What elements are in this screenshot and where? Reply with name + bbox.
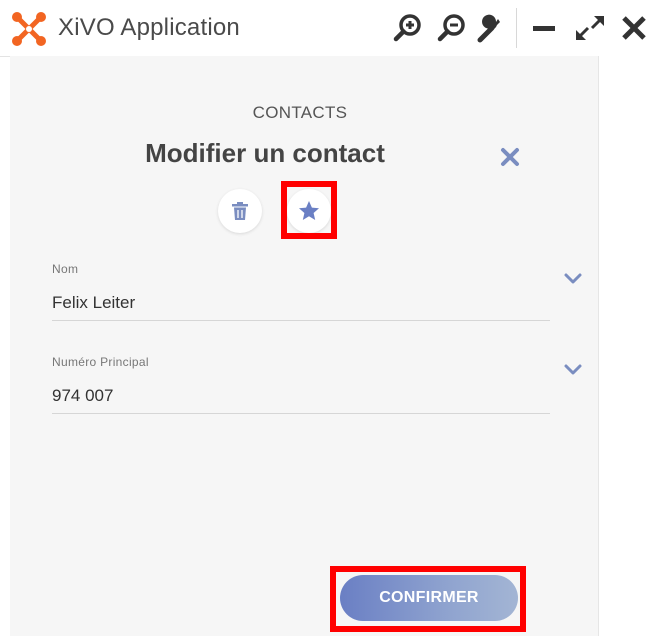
zoom-out-icon [437,14,465,42]
titlebar-separator [516,8,517,48]
phone-field-label: Numéro Principal [52,355,149,369]
chevron-down-icon[interactable] [562,267,584,289]
phone-underline [52,413,550,414]
minimize-button[interactable] [526,10,562,46]
close-icon [622,16,646,40]
section-label: CONTACTS [252,103,348,122]
name-field: Nom [52,262,550,322]
page-title: Modifier un contact [145,138,385,168]
expand-icon [576,16,604,40]
zoom-in-icon [393,14,421,42]
title-bar: XiVO Application [0,0,660,57]
app-title: XiVO Application [58,14,240,41]
side-strip [599,56,660,638]
close-window-button[interactable] [616,10,652,46]
xivo-logo-icon [12,12,46,46]
chevron-down-icon[interactable] [562,358,584,380]
delete-contact-button[interactable] [218,189,262,233]
name-input[interactable] [52,293,532,313]
settings-button[interactable] [472,10,508,46]
favorite-highlight [281,181,337,239]
phone-input[interactable] [52,386,532,406]
zoom-out-button[interactable] [434,10,470,46]
phone-field: Numéro Principal [52,355,550,415]
expand-button[interactable] [572,10,608,46]
name-field-label: Nom [52,262,79,276]
wrench-icon [477,14,500,43]
name-underline [52,320,550,321]
minimize-icon [533,26,555,31]
close-icon[interactable] [496,143,524,171]
confirm-highlight [330,566,526,632]
zoom-in-button[interactable] [390,10,426,46]
trash-icon [232,202,248,220]
